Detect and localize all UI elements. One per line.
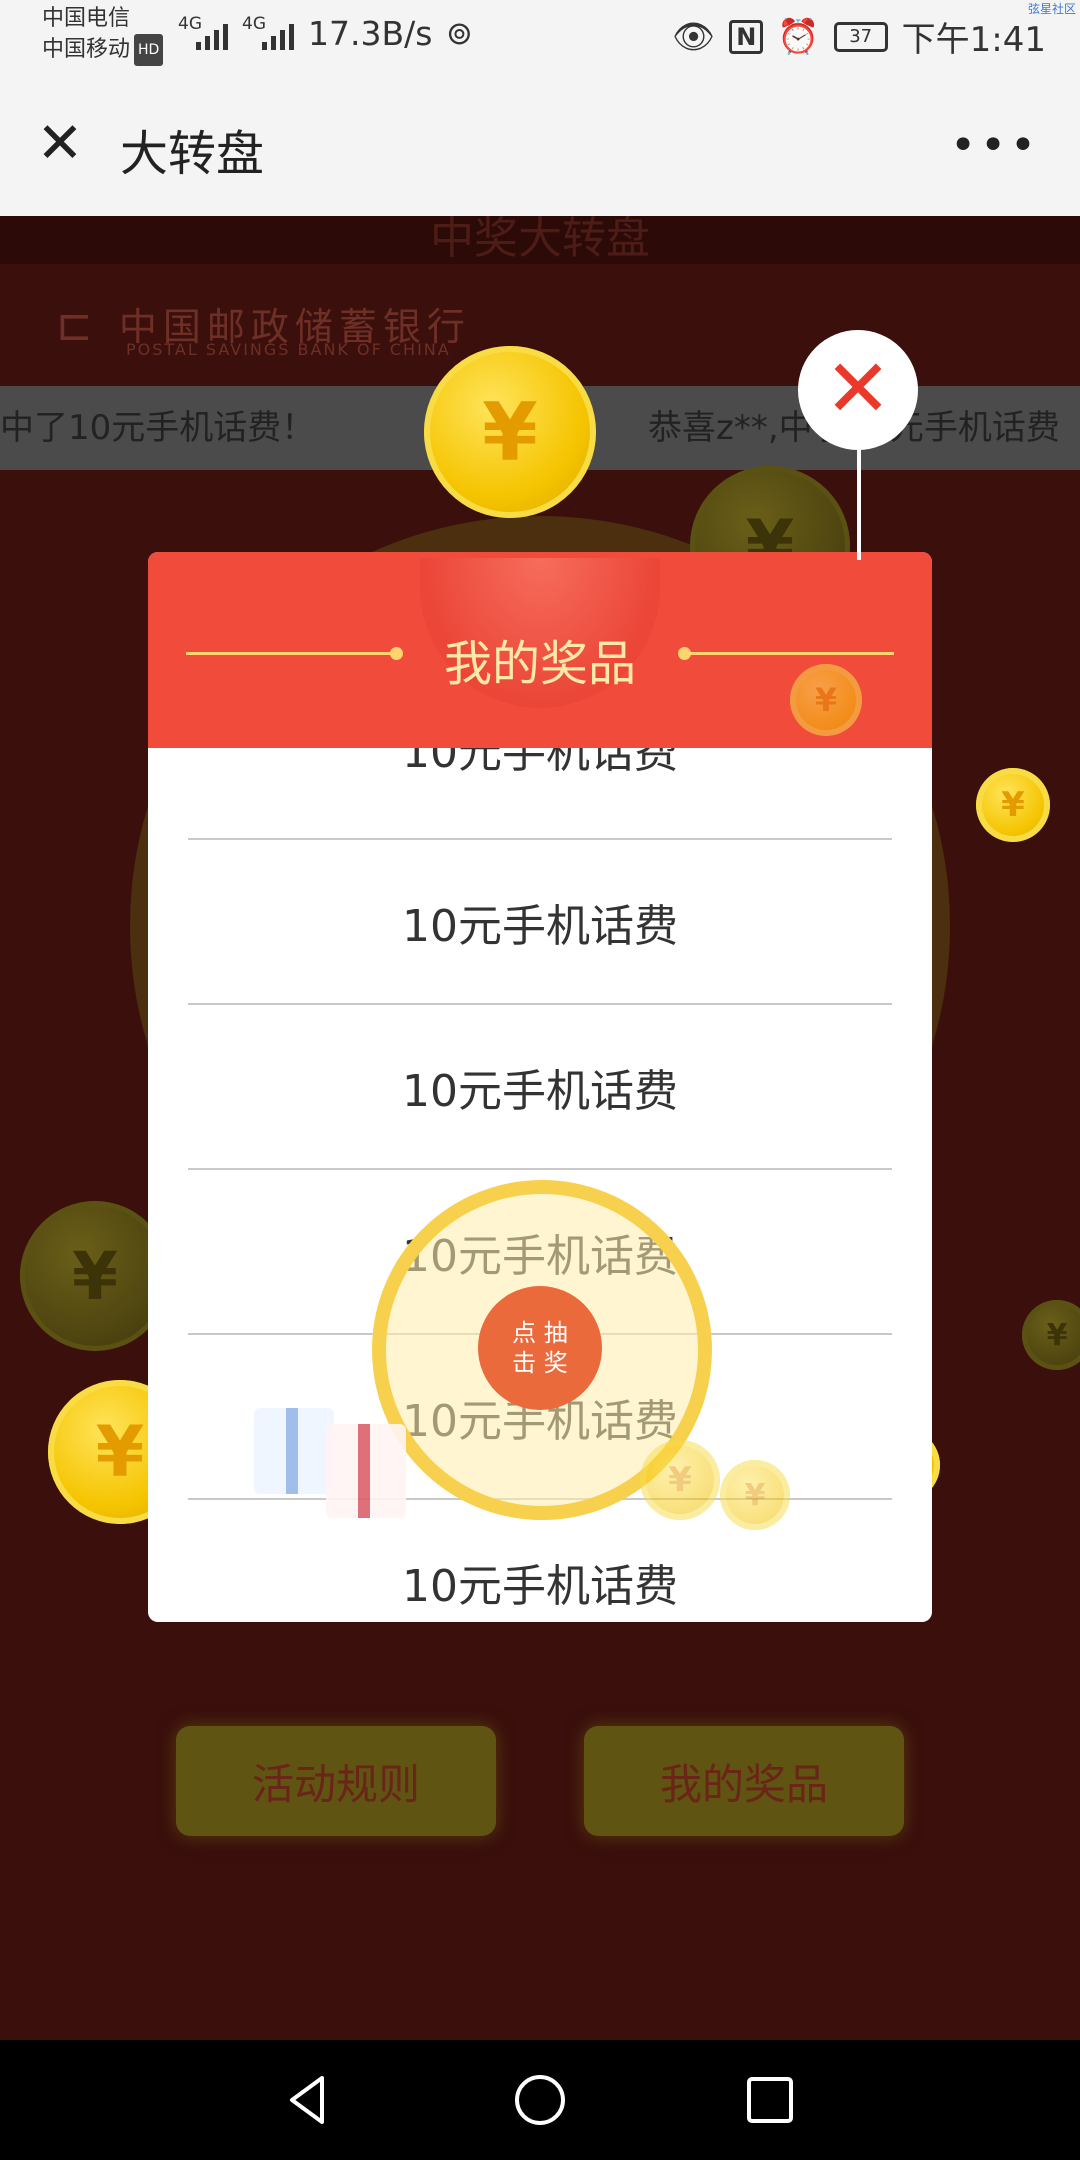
bank-english-name: POSTAL SAVINGS BANK OF CHINA xyxy=(126,340,451,359)
dialog-title: 我的奖品 xyxy=(443,636,636,692)
carrier-info: 中国电信 中国移动 HD xyxy=(42,4,164,66)
spin-label-bottom: 击 奖 xyxy=(512,1349,568,1377)
carrier-2: 中国移动 xyxy=(42,37,131,62)
recent-apps-icon[interactable] xyxy=(740,2070,800,2130)
page-header-text: 中奖大转盘 xyxy=(430,216,650,264)
spin-label-top: 点 抽 xyxy=(512,1319,568,1347)
back-icon[interactable] xyxy=(278,2070,338,2130)
spin-button[interactable]: 点 抽击 奖 xyxy=(478,1286,602,1410)
status-bar: 中国电信 中国移动 HD 4G 4G 17.3B/s ⊚ 👁 N ⏰ 37 下午1… xyxy=(0,0,1080,72)
coin-icon: ¥ xyxy=(720,1460,790,1530)
signal-icon-2 xyxy=(262,24,294,50)
carrier-1: 中国电信 xyxy=(42,6,131,31)
coin-icon: ¥ xyxy=(1022,1300,1080,1370)
network-speed: 17.3B/s xyxy=(308,14,433,53)
page-header-strip: 中奖大转盘 xyxy=(0,216,1080,264)
gift-box-icon xyxy=(254,1408,334,1494)
activity-rules-button[interactable]: 活动规则 xyxy=(176,1726,496,1836)
coin-icon: ¥ xyxy=(424,346,596,518)
battery-icon: 37 xyxy=(833,21,888,52)
bank-logo-mark: ⊏ xyxy=(56,300,119,351)
signal-icon xyxy=(196,24,228,50)
page-title: 大转盘 xyxy=(120,126,265,182)
close-icon[interactable]: ✕ xyxy=(28,112,92,176)
hd-badge: HD xyxy=(134,34,164,66)
top-nav-bar: ✕ 大转盘 ••• xyxy=(0,72,1080,216)
eye-icon: 👁 xyxy=(672,16,716,57)
watermark: 弦星社区 xyxy=(1027,2,1076,16)
list-item: 10元手机话费 xyxy=(188,748,892,840)
nfc-icon: N xyxy=(729,19,764,54)
system-navigation-bar xyxy=(0,2040,1080,2160)
clock: 下午1:41 xyxy=(901,20,1046,60)
list-item: 10元手机话费 xyxy=(188,840,892,1005)
coin-icon: ¥ xyxy=(976,768,1050,842)
hotspot-icon: ⊚ xyxy=(446,14,473,52)
more-menu-icon[interactable]: ••• xyxy=(950,120,1040,171)
close-button-stem xyxy=(857,448,861,560)
ticker-text-left: 中了10元手机话费！ xyxy=(0,408,316,448)
coin-icon: ¥ xyxy=(640,1440,720,1520)
status-icons: 👁 N ⏰ 37 下午1:41 xyxy=(672,12,1046,61)
list-item: 10元手机话费 xyxy=(188,1005,892,1170)
gift-box-icon xyxy=(326,1424,406,1518)
dialog-header: ¥ 我的奖品 xyxy=(148,552,932,748)
my-prizes-button[interactable]: 我的奖品 xyxy=(584,1726,904,1836)
dialog-close-button[interactable]: ✕ xyxy=(798,330,918,450)
home-icon[interactable] xyxy=(510,2070,570,2130)
alarm-icon: ⏰ xyxy=(777,16,820,57)
